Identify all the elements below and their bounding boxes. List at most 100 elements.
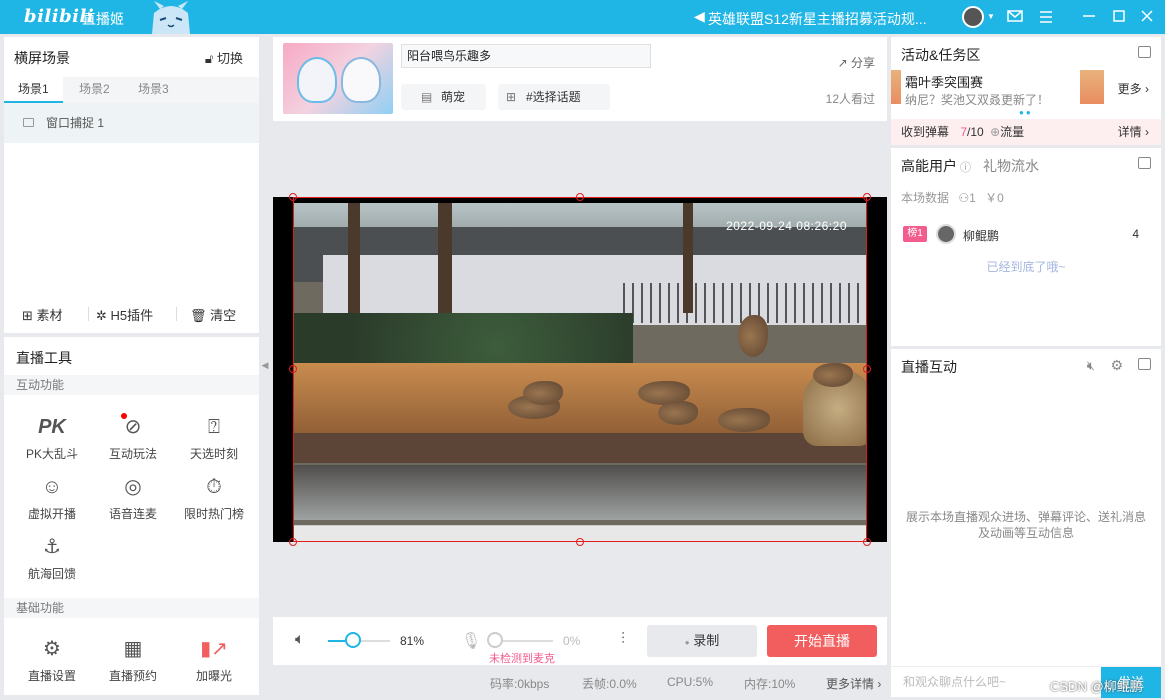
source-item-window-capture[interactable]: 窗口捕捉 1 — [4, 103, 259, 143]
tool-virtual-live-label: 虚拟开播 — [27, 507, 76, 521]
details-link[interactable]: 详情 › — [1118, 119, 1149, 145]
close-icon[interactable] — [1141, 10, 1153, 22]
session-stats: 本场数据 ⚇1 ￥0 — [901, 189, 1004, 206]
minimize-icon[interactable] — [1083, 15, 1095, 17]
settings-gear-icon: ⚙ — [43, 638, 61, 660]
tool-interactive-play[interactable]: ⊘ 互动玩法 — [93, 415, 173, 462]
speaker-icon[interactable]: 🔈︎ — [295, 631, 305, 649]
user-avatar[interactable] — [962, 6, 984, 28]
switch-label: 切换 — [216, 51, 243, 66]
tool-voice-link[interactable]: ◎ 语音连麦 — [93, 475, 173, 522]
tool-hot-rank-label: 限时热门榜 — [183, 507, 244, 521]
resize-handle[interactable] — [576, 193, 584, 201]
status-bar: 码率:0kbps 丢帧:0.0% CPU:5% 内存:10% 更多详情 › — [273, 668, 887, 696]
tab-top-users[interactable]: 高能用户 ⓘ — [901, 156, 971, 176]
category-label: 萌宠 — [441, 90, 466, 104]
mail-icon[interactable] — [1007, 10, 1023, 22]
topic-chip[interactable]: ⊞ #选择话题 — [498, 84, 610, 110]
event-banner-image[interactable] — [1080, 70, 1104, 104]
dropped-frames-status: 丢帧:0.0% — [582, 677, 637, 691]
switch-orientation-button[interactable]: 🔓︎ 切换 — [205, 48, 243, 67]
tab-gift-flow[interactable]: 礼物流水 — [983, 156, 1039, 176]
clear-button[interactable]: 🗑︎ 清空 — [190, 305, 236, 324]
collapse-handle[interactable]: ◀ — [259, 330, 271, 400]
carousel-dots[interactable]: ●● — [1019, 108, 1033, 117]
announcement-link[interactable]: 英雄联盟S12新星主播招募活动规... — [708, 9, 948, 29]
pk-icon: PK — [38, 416, 66, 438]
menu-icon[interactable] — [1040, 11, 1052, 23]
category-chip[interactable]: ▤ 萌宠 — [401, 84, 486, 110]
mic-warning: 未检测到麦克 — [489, 653, 555, 665]
resize-handle[interactable] — [289, 538, 297, 546]
interactive-section-header: 互动功能 — [4, 375, 259, 395]
tool-hot-rank[interactable]: ⏱ 限时热门榜 — [174, 475, 254, 522]
resize-handle[interactable] — [289, 365, 297, 373]
virtual-avatar-icon: ☺ — [41, 476, 63, 498]
tool-voyage-reward[interactable]: ⚓ 航海回馈 — [12, 535, 92, 582]
selection-frame[interactable] — [293, 197, 867, 542]
tab-top-users-label: 高能用户 — [901, 158, 957, 174]
add-material-button[interactable]: ⊞ 素材 — [22, 305, 63, 324]
popout-icon[interactable] — [1138, 157, 1151, 169]
boost-exposure-icon: ▮↗ — [200, 638, 228, 660]
resize-handle[interactable] — [289, 193, 297, 201]
tool-lucky-draw[interactable]: ⍰ 天选时刻 — [174, 415, 254, 462]
announcement-icon: ◀ — [694, 8, 705, 24]
popout-icon[interactable] — [1138, 46, 1151, 58]
activity-panel: 活动&任务区 霜叶季突围赛 纳尼？奖池又双叒更新了！ 更多 › ●● 收到弹幕 … — [891, 37, 1161, 145]
resize-handle[interactable] — [863, 193, 871, 201]
share-button[interactable]: ↗ 分享 — [838, 54, 875, 71]
live-tools-panel: 直播工具 互动功能 PK PK大乱斗 ⊘ 互动玩法 ⍰ 天选时刻 ☺ 虚拟开播 … — [4, 337, 259, 695]
cover-character — [297, 57, 337, 103]
resize-handle[interactable] — [863, 538, 871, 546]
record-button[interactable]: ● 录制 — [647, 625, 757, 657]
hot-rank-icon: ⏱ — [206, 476, 222, 498]
source-item-label: 窗口捕捉 1 — [46, 116, 105, 130]
session-stats-label: 本场数据 — [901, 191, 950, 205]
tool-pk[interactable]: PK PK大乱斗 — [12, 415, 92, 462]
volume-slider-knob[interactable] — [345, 632, 361, 648]
event-title[interactable]: 霜叶季突围赛 — [905, 72, 983, 91]
voice-off-icon[interactable]: 🔇︎ — [1087, 358, 1095, 374]
scene-tabs: 场景1 场景2 场景3 — [4, 77, 259, 103]
mixer-icon[interactable]: ⫶ — [621, 631, 625, 649]
tool-live-reservation[interactable]: ▦ 直播预约 — [93, 637, 173, 684]
user-row[interactable]: 榜1 柳鲲鹏 4 — [891, 224, 1161, 246]
tab-scene-2[interactable]: 场景2 — [79, 77, 110, 103]
more-details-label: 更多详情 — [826, 677, 875, 691]
resize-handle[interactable] — [863, 365, 871, 373]
category-icon: ▤ — [421, 90, 433, 104]
tab-scene-1[interactable]: 场景1 — [4, 77, 63, 103]
scene-panel: 横屏场景 🔓︎ 切换 场景1 场景2 场景3 窗口捕捉 1 ⊞ 素材 ✲ H5插… — [4, 37, 259, 333]
gear-icon[interactable]: ⚙ — [1110, 357, 1123, 374]
event-subtitle: 纳尼？奖池又双叒更新了！ — [905, 93, 1050, 107]
maximize-icon[interactable] — [1113, 10, 1125, 22]
add-material-label: 素材 — [36, 308, 63, 323]
tool-interactive-play-label: 互动玩法 — [108, 447, 157, 461]
microphone-icon[interactable]: 🎙︎ — [461, 631, 481, 651]
viewer-count: 12人看过 — [825, 92, 875, 106]
interactive-play-icon: ⊘ — [124, 416, 142, 438]
resize-handle[interactable] — [576, 538, 584, 546]
tool-boost-exposure[interactable]: ▮↗ 加曝光 — [174, 637, 254, 684]
room-title-input[interactable]: 阳台喂鸟乐趣多 — [401, 44, 651, 68]
users-panel: 高能用户 ⓘ 礼物流水 本场数据 ⚇1 ￥0 榜1 柳鲲鹏 4 已经到底了哦~ — [891, 148, 1161, 346]
start-live-button[interactable]: 开始直播 — [767, 625, 877, 657]
h5-plugin-button[interactable]: ✲ H5插件 — [96, 305, 153, 324]
more-details-link[interactable]: 更多详情 › — [826, 675, 881, 692]
clear-label: 清空 — [210, 308, 237, 323]
popout-icon[interactable] — [1138, 358, 1151, 370]
event-thumbnail[interactable] — [891, 70, 901, 104]
help-icon[interactable]: ⓘ — [957, 162, 971, 174]
tool-virtual-live[interactable]: ☺ 虚拟开播 — [12, 475, 92, 522]
more-events-link[interactable]: 更多 › — [1118, 80, 1149, 97]
room-cover-image[interactable] — [283, 43, 393, 114]
tool-live-settings[interactable]: ⚙ 直播设置 — [12, 637, 92, 684]
tab-scene-3[interactable]: 场景3 — [138, 77, 169, 103]
room-info-panel: 阳台喂鸟乐趣多 ▤ 萌宠 ⊞ #选择话题 ↗ 分享 12人看过 — [273, 37, 887, 121]
session-money: ￥0 — [985, 191, 1004, 205]
mic-percent: 0% — [563, 634, 581, 648]
chevron-down-icon[interactable]: ▼ — [987, 12, 995, 21]
activity-panel-title: 活动&任务区 — [901, 47, 981, 63]
mic-slider-knob[interactable] — [487, 632, 503, 648]
